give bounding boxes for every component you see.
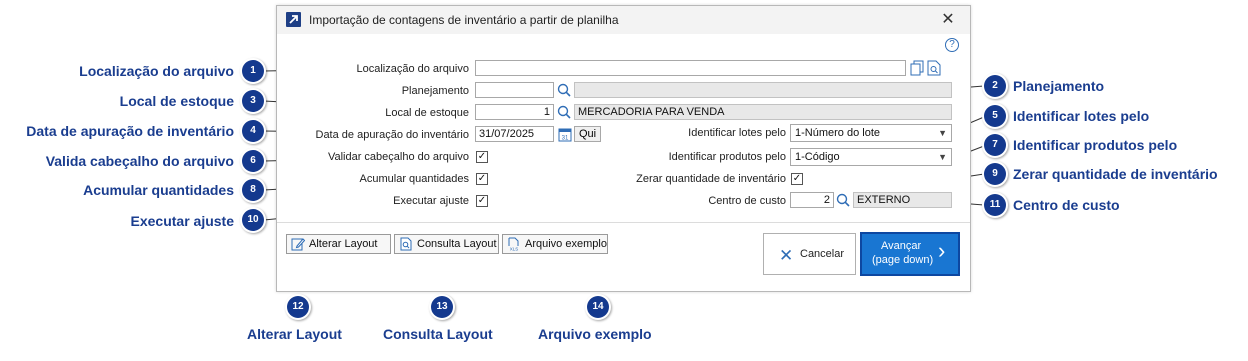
callout-text-6: Valida cabeçalho do arquivo bbox=[45, 153, 234, 169]
accumulate-label: Acumular quantidades bbox=[359, 173, 469, 185]
import-dialog: Importação de contagens de inventário a … bbox=[276, 5, 971, 292]
cancel-button[interactable]: ✕ Cancelar bbox=[763, 233, 856, 275]
next-label: Avançar bbox=[881, 240, 922, 252]
callout-text-13: Consulta Layout bbox=[383, 326, 493, 342]
execute-adjust-checkbox[interactable]: ✓ bbox=[476, 195, 488, 207]
callout-text-10: Executar ajuste bbox=[130, 213, 235, 229]
close-icon: ✕ bbox=[779, 246, 794, 265]
edit-icon bbox=[291, 237, 306, 251]
consult-layout-label: Consulta Layout bbox=[417, 238, 497, 250]
callout-text-2: Planejamento bbox=[1013, 78, 1105, 94]
cost-center-input[interactable]: 2 bbox=[790, 192, 834, 208]
callout-badge-8: 8 bbox=[242, 179, 264, 201]
callout-text-1: Localização do arquivo bbox=[79, 63, 234, 79]
next-button[interactable]: Avançar (page down) › bbox=[860, 232, 960, 276]
callout-badge-11: 11 bbox=[984, 194, 1006, 216]
callout-badge-1: 1 bbox=[242, 60, 264, 82]
inventory-date-label: Data de apuração do inventário bbox=[315, 129, 470, 141]
identify-products-label: Identificar produtos pelo bbox=[668, 151, 786, 163]
callout-badge-10: 10 bbox=[242, 209, 264, 231]
stock-location-description: MERCADORIA PARA VENDA bbox=[574, 104, 952, 120]
zero-inventory-checkbox[interactable]: ✓ bbox=[791, 173, 803, 185]
callout-badge-12: 12 bbox=[287, 296, 309, 318]
callout-badge-13: 13 bbox=[431, 296, 453, 318]
chevron-right-icon: › bbox=[938, 238, 946, 263]
identify-products-value: 1-Código bbox=[795, 151, 840, 163]
cost-center-description: EXTERNO bbox=[853, 192, 952, 208]
chevron-down-icon: ▼ bbox=[938, 128, 947, 138]
callout-badge-2: 2 bbox=[984, 75, 1006, 97]
callout-text-14: Arquivo exemplo bbox=[538, 326, 652, 342]
chevron-down-icon: ▼ bbox=[938, 152, 947, 162]
planning-input[interactable] bbox=[475, 82, 554, 98]
callout-text-9: Zerar quantidade de inventário bbox=[1013, 166, 1218, 182]
callout-text-11: Centro de custo bbox=[1013, 197, 1120, 213]
callout-badge-3: 3 bbox=[242, 90, 264, 112]
xls-file-icon: XLS bbox=[507, 237, 521, 252]
inventory-date-input[interactable]: 31/07/2025 bbox=[475, 126, 554, 142]
app-arrow-icon bbox=[286, 12, 301, 27]
file-location-input[interactable] bbox=[475, 60, 906, 76]
accumulate-checkbox[interactable]: ✓ bbox=[476, 173, 488, 185]
divider bbox=[277, 222, 970, 223]
svg-text:31: 31 bbox=[562, 136, 569, 142]
callout-badge-9: 9 bbox=[984, 163, 1006, 185]
cost-center-label: Centro de custo bbox=[708, 195, 786, 207]
callout-badge-5: 5 bbox=[984, 105, 1006, 127]
calendar-icon[interactable]: 31 bbox=[558, 126, 572, 142]
svg-text:XLS: XLS bbox=[510, 247, 519, 252]
callout-text-5: Identificar lotes pelo bbox=[1013, 108, 1150, 124]
cancel-label: Cancelar bbox=[800, 248, 845, 260]
callout-badge-14: 14 bbox=[587, 296, 609, 318]
callout-text-7: Identificar produtos pelo bbox=[1013, 137, 1178, 153]
planning-description bbox=[574, 82, 952, 98]
consult-layout-button[interactable]: Consulta Layout bbox=[394, 234, 499, 254]
callout-text-3: Local de estoque bbox=[119, 93, 234, 109]
example-file-button[interactable]: XLS Arquivo exemplo bbox=[502, 234, 608, 254]
planning-label: Planejamento bbox=[401, 85, 469, 97]
dialog-title: Importação de contagens de inventário a … bbox=[309, 13, 619, 27]
help-icon[interactable]: ? bbox=[945, 38, 959, 52]
copy-icon[interactable] bbox=[910, 60, 924, 76]
identify-lots-select[interactable]: 1-Número do lote ▼ bbox=[790, 124, 952, 142]
identify-lots-value: 1-Número do lote bbox=[795, 127, 880, 139]
file-search-icon[interactable] bbox=[927, 60, 941, 76]
zero-inventory-label: Zerar quantidade de inventário bbox=[636, 173, 786, 185]
example-file-label: Arquivo exemplo bbox=[525, 238, 607, 250]
stock-location-input[interactable]: 1 bbox=[475, 104, 554, 120]
alter-layout-button[interactable]: Alterar Layout bbox=[286, 234, 391, 254]
execute-adjust-label: Executar ajuste bbox=[393, 195, 469, 207]
identify-products-select[interactable]: 1-Código ▼ bbox=[790, 148, 952, 166]
callout-badge-6: 6 bbox=[242, 150, 264, 172]
stock-search-icon[interactable] bbox=[557, 105, 571, 119]
stock-location-label: Local de estoque bbox=[385, 107, 469, 119]
cost-search-icon[interactable] bbox=[836, 193, 850, 207]
identify-lots-label: Identificar lotes pelo bbox=[688, 127, 786, 139]
callout-badge-4: 4 bbox=[242, 120, 264, 142]
validate-header-label: Validar cabeçalho do arquivo bbox=[327, 151, 469, 163]
alter-layout-label: Alterar Layout bbox=[309, 238, 378, 250]
file-location-label: Localização do arquivo bbox=[356, 63, 469, 75]
callout-text-4: Data de apuração de inventário bbox=[26, 123, 234, 139]
title-bar: Importação de contagens de inventário a … bbox=[277, 6, 970, 34]
validate-header-checkbox[interactable]: ✓ bbox=[476, 151, 488, 163]
next-shortcut-label: (page down) bbox=[872, 254, 934, 266]
close-icon[interactable]: ✕ bbox=[937, 10, 959, 30]
search-document-icon bbox=[399, 237, 413, 251]
callout-text-8: Acumular quantidades bbox=[83, 182, 234, 198]
planning-search-icon[interactable] bbox=[557, 83, 571, 97]
callout-text-12: Alterar Layout bbox=[247, 326, 342, 342]
callout-badge-7: 7 bbox=[984, 134, 1006, 156]
weekday-button[interactable]: Qui bbox=[574, 126, 601, 142]
